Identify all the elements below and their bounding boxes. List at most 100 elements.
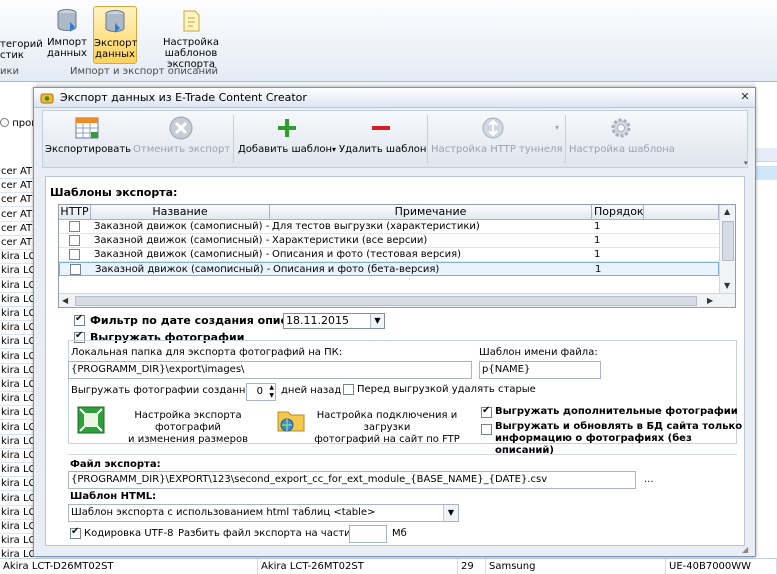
background-row-cell: kira LCT [0,250,36,265]
scroll-left-icon[interactable]: ◀ [62,296,68,305]
export-file-input[interactable]: {PROGRAMM_DIR}\EXPORT\123\second_export_… [68,471,636,489]
calendar-dropdown-icon[interactable]: ▼ [370,314,384,328]
background-selected-cell [755,166,777,180]
column-header-extra [644,205,719,220]
bg-cell: Akira LCT-26MT02ST [258,559,458,574]
scroll-right-icon[interactable]: ▶ [707,296,713,305]
hscroll-thumb[interactable] [75,296,697,306]
http-checkbox[interactable] [70,264,81,275]
remove-template-button[interactable]: Удалить шаблон [339,111,426,167]
scroll-up-icon[interactable]: ▲ [724,207,730,216]
import-data-button[interactable]: Импорт данных [44,6,90,64]
delete-old-checkbox[interactable] [343,384,354,395]
column-header-order[interactable]: Порядок [592,205,644,220]
created-days-label: Выгружать фотографии созданные [71,385,260,396]
template-row[interactable]: Заказной движок (самописный) - текОписан… [59,262,719,276]
ribbon-cut-button[interactable]: тегорий стик [0,6,43,64]
date-filter-checkbox[interactable] [74,313,85,326]
background-row-cell: kira LCT [0,506,36,520]
template-cell-name: Заказной движок (самописный) - фор [94,221,270,232]
template-row[interactable]: Заказной движок (самописный) - форХаракт… [59,234,719,248]
add-template-button[interactable]: Добавить шаблон▾ [237,111,337,167]
tunnel-dropdown-icon[interactable]: ▾ [555,123,559,132]
days-stepper[interactable]: 0 ▲ ▼ [246,383,276,401]
cancel-export-button[interactable]: Отменить экспорт [133,111,230,167]
column-header-http[interactable]: HTTP [59,205,91,220]
export-data-button[interactable]: Экспорт данных [93,6,137,64]
update-db-checkbox[interactable] [481,424,492,435]
app-icon [40,93,54,104]
minus-icon [372,126,390,130]
background-row-cell: kira LCT [0,463,36,478]
bg-cell: UE-40B7000WW [666,559,777,574]
template-cell-note: Описания и фото (бета-версия) [273,264,440,275]
export-file-label: Файл экспорта: [70,459,161,470]
date-picker[interactable]: 18.11.2015 ▼ [283,313,385,329]
resize-grip-icon[interactable]: ◢ [742,545,752,555]
ribbon-cut-label-bottom: стик [0,50,24,61]
background-row-cell: kira LCT [0,307,36,321]
template-settings-button[interactable]: Настройка шаблона [569,111,675,167]
html-template-label: Шаблон HTML: [70,491,157,502]
split-size-input[interactable] [349,525,387,543]
add-template-label: Добавить шаблон▾ [237,144,337,155]
toolbar-separator [427,115,428,163]
section-divider [68,454,737,455]
background-radio[interactable]: пров [0,118,37,129]
export-button[interactable]: Экспортировать [45,111,132,167]
background-row-cell: kira LCT [0,421,36,435]
background-table-right [755,82,777,574]
split-label: Разбить файл экспорта на части, по: [178,528,374,539]
toolbar-overflow-icon[interactable]: ▾ [744,159,750,167]
photo-resize-settings-label: Настройка экспорта фотографий и изменени… [128,410,248,445]
template-cell-name: Заказной движок (самописный) - тек [95,264,271,275]
bg-cell: Samsung [486,559,666,574]
export-dialog: Экспорт данных из E-Trade Content Creato… [33,87,756,557]
stepper-arrows-icon[interactable]: ▲ ▼ [269,384,274,400]
http-checkbox[interactable] [69,235,80,246]
database-import-icon [57,9,77,32]
ftp-folder-icon [277,411,305,432]
export-templates-settings-button[interactable]: Настройка шаблонов экспорта [142,6,240,70]
template-cell-note: Описания и фото (тестовая версия) [272,249,462,260]
dialog-title-bar[interactable]: Экспорт данных из E-Trade Content Creato… [34,88,755,108]
template-row[interactable]: Заказной движок (самописный) - текОписан… [59,248,719,262]
vertical-scrollbar[interactable]: ▲ ▼ [719,205,735,293]
ribbon-cut-label-top: тегорий [0,39,43,50]
browse-button[interactable]: ... [644,474,654,485]
folder-input[interactable]: {PROGRAMM_DIR}\export\images\ [68,361,472,379]
background-row-cell: cer AT1 [0,180,36,194]
http-tunnel-button[interactable]: Настройка HTTP туннеля [431,111,562,167]
http-checkbox[interactable] [69,221,80,232]
ftp-settings-button[interactable]: Настройка подключения и загрузки фотогра… [277,406,467,445]
resize-photo-icon [77,406,105,434]
html-template-select[interactable]: Шаблон экспорта с использованием html та… [68,504,459,522]
background-row-cell: kira LCT [0,378,36,392]
filename-template-label: Шаблон имени файла: [479,347,598,358]
database-export-icon [105,10,125,33]
dropdown-arrow-icon[interactable]: ▼ [443,505,458,521]
delete-old-label: Перед выгрузкой удалять старые [357,384,536,395]
utf8-checkbox[interactable] [70,526,81,539]
http-checkbox[interactable] [69,249,80,260]
extra-photos-checkbox[interactable] [481,405,492,418]
photo-resize-settings-button[interactable]: Настройка экспорта фотографий и изменени… [77,406,267,445]
ribbon-group-label: Импорт и экспорт описаний [69,66,219,77]
gear-icon [611,118,631,138]
template-cell-order: 1 [594,221,601,232]
column-header-note[interactable]: Примечание [270,205,592,220]
bg-cell: 29 [458,559,486,574]
close-button[interactable]: ✕ [738,90,752,104]
export-button-label: Экспортировать [45,144,132,155]
template-row[interactable]: Заказной движок (самописный) - форДля те… [59,220,719,234]
column-header-name[interactable]: Название [91,205,270,220]
scroll-down-icon[interactable]: ▼ [724,281,730,290]
toolbar-separator [233,115,234,163]
template-cell-note: Для тестов выгрузки (характеристики) [272,221,480,232]
horizontal-scrollbar[interactable]: ◀ ▶ [59,293,735,307]
utf8-label: Кодировка UTF-8 [84,528,174,539]
scroll-thumb[interactable] [722,221,734,261]
date-value: 18.11.2015 [286,314,349,327]
filename-template-input[interactable]: p{NAME} [479,361,601,379]
extra-photos-label: Выгружать дополнительные фотографии [495,406,738,417]
